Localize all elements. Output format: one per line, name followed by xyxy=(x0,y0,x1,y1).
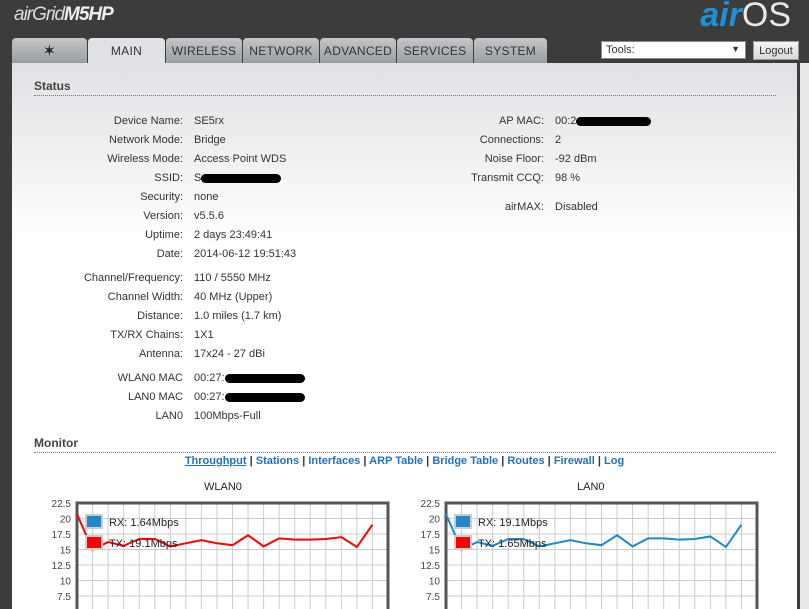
legend-swatch-tx xyxy=(454,535,472,550)
y-tick-label: 20 xyxy=(60,515,72,526)
y-tick-label: 7.5 xyxy=(57,592,71,603)
product-logo: airGridM5HP xyxy=(14,4,114,25)
y-tick-label: 17.5 xyxy=(421,530,441,541)
y-tick-label: 22.5 xyxy=(52,499,72,510)
y-tick-label: 15 xyxy=(429,546,441,557)
legend-swatch-tx xyxy=(85,535,103,550)
tab-ubiquiti-logo[interactable]: ✶ xyxy=(12,38,87,63)
tab-services[interactable]: SERVICES xyxy=(397,38,473,63)
legend-label-tx: TX: 1.65Mbps xyxy=(478,538,547,550)
legend-label-rx: RX: 1.64Mbps xyxy=(109,517,179,529)
scrollbar[interactable] xyxy=(800,63,809,609)
dropdown-arrow-icon: ▼ xyxy=(731,44,740,54)
y-tick-label: 10 xyxy=(60,577,72,588)
legend-label-tx: TX: 19.1Mbps xyxy=(109,538,178,550)
y-tick-label: 12.5 xyxy=(52,561,72,572)
tab-system[interactable]: SYSTEM xyxy=(474,38,547,63)
y-tick-label: 20 xyxy=(429,515,441,526)
main-tabs: ✶ MAIN WIRELESS NETWORK ADVANCED SERVICE… xyxy=(12,38,547,64)
y-tick-label: 15 xyxy=(60,546,72,557)
ubiquiti-logo-icon: ✶ xyxy=(42,42,57,60)
legend-label-rx: RX: 19.1Mbps xyxy=(478,517,548,529)
y-tick-label: 17.5 xyxy=(52,530,72,541)
y-tick-label: 12.5 xyxy=(421,561,441,572)
legend-swatch-rx xyxy=(85,514,103,529)
tab-wireless[interactable]: WIRELESS xyxy=(166,38,242,63)
y-tick-label: 7.5 xyxy=(426,592,440,603)
tab-advanced[interactable]: ADVANCED xyxy=(320,38,396,63)
legend-swatch-rx xyxy=(454,514,472,529)
y-tick-label: 10 xyxy=(429,577,441,588)
throughput-charts: 22.5 20 17.5 15 12.5 10 7.5 RX: 1.64Mbps TX: 19.… xyxy=(52,499,759,609)
airos-logo: airOS xyxy=(700,0,791,34)
logout-button[interactable]: Logout xyxy=(753,41,799,60)
tools-select[interactable]: Tools: ▼ xyxy=(601,41,746,59)
tab-main[interactable]: MAIN xyxy=(88,38,165,64)
content-panel: Status Device Name: SE5rx Network Mode: Bri… xyxy=(12,63,797,609)
tab-network[interactable]: NETWORK xyxy=(243,38,319,63)
y-tick-label: 22.5 xyxy=(421,499,441,510)
